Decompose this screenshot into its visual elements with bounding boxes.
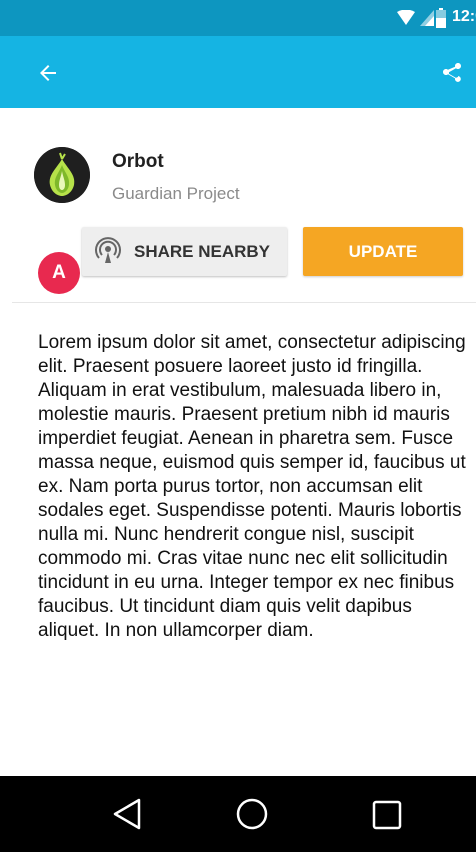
share-nearby-label: SHARE NEARBY — [134, 242, 271, 261]
app-name: Orbot — [112, 151, 164, 172]
status-time: 12:00 — [452, 8, 476, 25]
arrow-left-icon[interactable] — [36, 61, 60, 85]
nav-back-icon[interactable] — [112, 798, 142, 830]
app-bar — [0, 36, 476, 108]
onion-icon — [34, 147, 90, 203]
divider — [12, 302, 476, 303]
status-bar: 12:00 — [0, 0, 476, 36]
share-icon[interactable] — [440, 61, 464, 85]
nearby-broadcast-icon — [95, 237, 121, 263]
update-button[interactable]: UPDATE — [303, 227, 463, 276]
share-nearby-button[interactable]: SHARE NEARBY — [82, 227, 287, 276]
nav-home-icon[interactable] — [236, 798, 268, 830]
app-description: Lorem ipsum dolor sit amet, consectetur … — [38, 332, 466, 641]
navigation-bar — [0, 776, 476, 852]
update-label: UPDATE — [348, 242, 418, 261]
battery-icon — [436, 8, 446, 28]
developer-name[interactable]: Guardian Project — [112, 184, 240, 204]
annotation-badge: A — [38, 252, 80, 294]
signal-icon — [420, 10, 434, 26]
nav-recents-icon[interactable] — [372, 800, 402, 830]
wifi-icon — [397, 10, 415, 25]
